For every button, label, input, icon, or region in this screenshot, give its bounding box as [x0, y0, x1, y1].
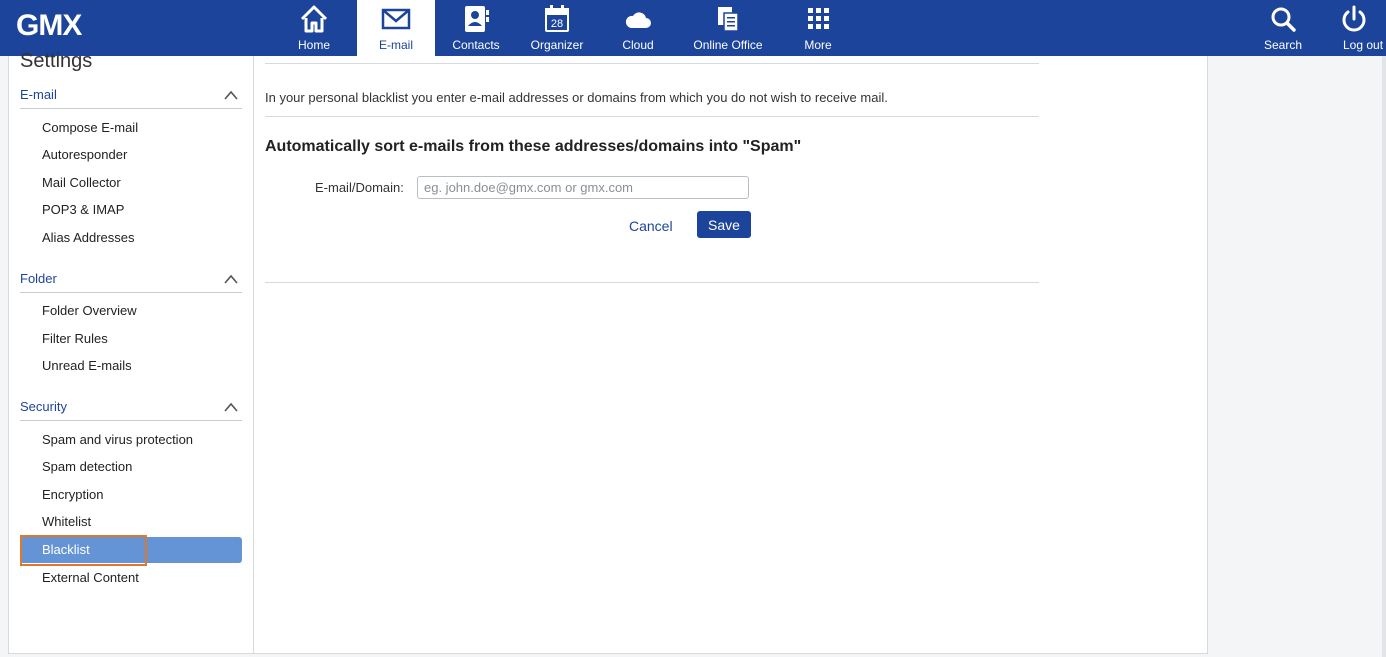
- gmx-logo[interactable]: GMX: [16, 9, 82, 43]
- nav-search[interactable]: Search: [1244, 0, 1322, 56]
- cancel-link[interactable]: Cancel: [629, 218, 673, 234]
- divider: [265, 282, 1039, 283]
- calendar-icon: 28: [545, 5, 569, 32]
- home-icon: [300, 5, 328, 33]
- calendar-day-number: 28: [551, 18, 563, 30]
- contacts-icon: [465, 6, 489, 32]
- nav-logout-label: Log out: [1343, 38, 1384, 52]
- email-domain-label: E-mail/Domain:: [315, 180, 404, 195]
- nav-logout[interactable]: Log out: [1324, 0, 1386, 56]
- section-email-label: E-mail: [20, 87, 57, 102]
- sidebar-item-encryption[interactable]: Encryption: [20, 482, 242, 508]
- sidebar-item-mail-collector[interactable]: Mail Collector: [20, 170, 242, 196]
- power-icon: [1342, 5, 1366, 32]
- save-button[interactable]: Save: [697, 211, 751, 238]
- settings-sidebar: Settings E-mail Compose E-mail Autorespo…: [9, 50, 254, 654]
- sidebar-item-autoresponder[interactable]: Autoresponder: [20, 142, 242, 168]
- sidebar-item-folder-overview[interactable]: Folder Overview: [20, 298, 242, 324]
- section-header-folder[interactable]: Folder: [20, 271, 242, 293]
- search-icon: [1271, 7, 1296, 32]
- blacklist-intro-text: In your personal blacklist you enter e-m…: [265, 90, 888, 105]
- chevron-up-icon: [224, 402, 238, 412]
- chevron-up-icon: [224, 90, 238, 100]
- nav-organizer[interactable]: 28 Organizer: [518, 0, 596, 56]
- settings-title: Settings: [20, 50, 93, 72]
- nav-more-label: More: [804, 38, 832, 52]
- sidebar-item-compose-email[interactable]: Compose E-mail: [20, 115, 242, 141]
- sidebar-item-blacklist[interactable]: Blacklist: [20, 537, 242, 563]
- nav-email-label: E-mail: [378, 38, 413, 52]
- divider: [265, 116, 1039, 117]
- nav-more[interactable]: More: [779, 0, 857, 56]
- section-header-security[interactable]: Security: [20, 399, 242, 421]
- sidebar-item-spam-virus-protection[interactable]: Spam and virus protection: [20, 427, 242, 453]
- nav-organizer-label: Organizer: [530, 38, 584, 52]
- envelope-icon: [381, 8, 411, 30]
- divider: [265, 63, 1039, 64]
- sidebar-item-spam-detection[interactable]: Spam detection: [20, 454, 242, 480]
- cloud-icon: [625, 12, 651, 28]
- blacklist-heading: Automatically sort e-mails from these ad…: [265, 138, 802, 155]
- chevron-up-icon: [224, 274, 238, 284]
- nav-email[interactable]: E-mail: [357, 0, 435, 56]
- email-domain-input[interactable]: [417, 176, 749, 199]
- section-folder-label: Folder: [20, 271, 57, 286]
- grid-icon: [808, 8, 829, 29]
- sidebar-item-alias-addresses[interactable]: Alias Addresses: [20, 225, 242, 251]
- window-scrollbar[interactable]: [1382, 56, 1386, 657]
- sidebar-item-whitelist[interactable]: Whitelist: [20, 509, 242, 535]
- sidebar-item-unread-emails[interactable]: Unread E-mails: [20, 353, 242, 379]
- nav-search-label: Search: [1263, 38, 1303, 52]
- documents-icon: [718, 7, 739, 32]
- sidebar-item-external-content[interactable]: External Content: [20, 565, 242, 591]
- nav-cloud[interactable]: Cloud: [599, 0, 677, 56]
- sidebar-item-pop3-imap[interactable]: POP3 & IMAP: [20, 197, 242, 223]
- nav-cloud-label: Cloud: [622, 38, 654, 52]
- top-navigation-bar: GMX Home E-mail Contacts 28 Organizer Cl…: [0, 0, 1386, 56]
- section-header-email[interactable]: E-mail: [20, 87, 242, 109]
- section-security-label: Security: [20, 399, 67, 414]
- sidebar-item-filter-rules[interactable]: Filter Rules: [20, 326, 242, 352]
- nav-home[interactable]: Home: [275, 0, 353, 56]
- blacklist-content: In your personal blacklist you enter e-m…: [265, 56, 1039, 356]
- nav-contacts[interactable]: Contacts: [437, 0, 515, 56]
- nav-online-office[interactable]: Online Office: [689, 0, 767, 56]
- nav-contacts-label: Contacts: [452, 38, 500, 52]
- settings-page: Settings E-mail Compose E-mail Autorespo…: [8, 50, 1208, 654]
- nav-online-office-label: Online Office: [693, 38, 763, 52]
- nav-home-label: Home: [297, 38, 330, 52]
